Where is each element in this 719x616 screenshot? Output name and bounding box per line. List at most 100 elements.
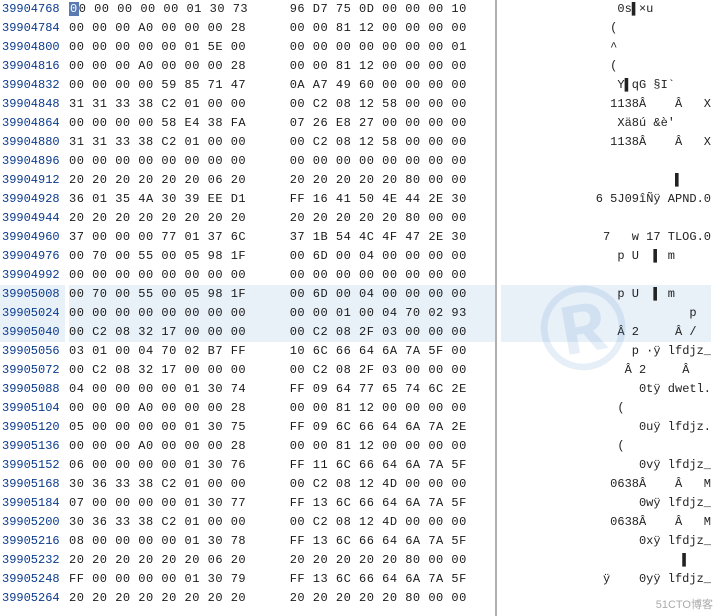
hex-cell[interactable]: 00 C2 08 12 58 00 00 00 xyxy=(282,133,495,152)
offset-cell: 39905024 xyxy=(0,304,65,323)
hex-cell[interactable]: 20 20 20 20 20 80 00 00 xyxy=(282,171,495,190)
hex-cell[interactable]: 10 6C 66 64 6A 7A 5F 00 xyxy=(282,342,495,361)
hex-cell[interactable]: 00 00 00 00 00 01 30 73 xyxy=(69,0,282,19)
hex-cell[interactable]: 00 00 81 12 00 00 00 00 xyxy=(282,19,495,38)
hex-cell[interactable]: 00 70 00 55 00 05 98 1F xyxy=(69,247,282,266)
hex-cell[interactable]: 20 20 20 20 20 80 00 00 xyxy=(282,551,495,570)
hex-cell[interactable]: 37 00 00 00 77 01 37 6C xyxy=(69,228,282,247)
hex-cell[interactable]: 00 00 00 00 00 00 00 00 xyxy=(282,266,495,285)
hex-cell[interactable]: 00 00 00 00 00 00 00 00 xyxy=(282,152,495,171)
hex-cell[interactable]: 30 36 33 38 C2 01 00 00 xyxy=(69,513,282,532)
hex-cell[interactable]: 36 01 35 4A 30 39 EE D1 xyxy=(69,190,282,209)
hex-cell[interactable]: FF 13 6C 66 64 6A 7A 5F xyxy=(282,532,495,551)
hex-cell[interactable]: FF 09 64 77 65 74 6C 2E xyxy=(282,380,495,399)
hex-cell[interactable]: 00 C2 08 2F 03 00 00 00 xyxy=(282,361,495,380)
hex-cell[interactable]: 00 00 01 00 04 70 02 93 xyxy=(282,304,495,323)
hex-cell[interactable]: 00 00 00 A0 00 00 00 28 xyxy=(69,437,282,456)
offset-cell: 39904960 xyxy=(0,228,65,247)
ascii-cell: ÿ 0yÿ lfdjz_ xyxy=(501,570,711,589)
offset-cell: 39904848 xyxy=(0,95,65,114)
hex-cell[interactable]: 20 20 20 20 20 20 06 20 xyxy=(69,551,282,570)
offset-cell: 39904800 xyxy=(0,38,65,57)
hex-cell[interactable]: 00 00 00 00 58 E4 38 FA xyxy=(69,114,282,133)
hex-cell[interactable]: 00 00 81 12 00 00 00 00 xyxy=(282,57,495,76)
ascii-cell xyxy=(501,266,711,285)
ascii-cell: 1138Â Â X xyxy=(501,133,711,152)
offset-cell: 39905136 xyxy=(0,437,65,456)
hex-cell[interactable]: 04 00 00 00 00 01 30 74 xyxy=(69,380,282,399)
hex-cell[interactable]: 00 00 00 00 00 00 00 00 xyxy=(69,304,282,323)
hex-cell[interactable]: 03 01 00 04 70 02 B7 FF xyxy=(69,342,282,361)
hex-cell[interactable]: FF 16 41 50 4E 44 2E 30 xyxy=(282,190,495,209)
hex-cell[interactable]: 00 70 00 55 00 05 98 1F xyxy=(69,285,282,304)
ascii-cell: ( xyxy=(501,19,711,38)
hex-cell[interactable]: 07 26 E8 27 00 00 00 00 xyxy=(282,114,495,133)
hex-cell[interactable]: 00 C2 08 32 17 00 00 00 xyxy=(69,361,282,380)
hex-cell[interactable]: 31 31 33 38 C2 01 00 00 xyxy=(69,133,282,152)
hex-cell[interactable]: 00 00 00 00 59 85 71 47 xyxy=(69,76,282,95)
hex-cell[interactable]: FF 09 6C 66 64 6A 7A 2E xyxy=(282,418,495,437)
hex-cell[interactable]: 00 00 81 12 00 00 00 00 xyxy=(282,437,495,456)
hex-cell[interactable]: 05 00 00 00 00 01 30 75 xyxy=(69,418,282,437)
offset-cell: 39904896 xyxy=(0,152,65,171)
ascii-cell: ▌ xyxy=(501,551,711,570)
hex-cell[interactable]: 00 00 00 00 00 00 00 00 xyxy=(69,152,282,171)
hex-column-2[interactable]: 96 D7 75 0D 00 00 00 10 00 00 81 12 00 0… xyxy=(282,0,495,616)
hex-cell[interactable]: FF 00 00 00 00 01 30 79 xyxy=(69,570,282,589)
hex-cell[interactable]: 00 00 00 00 00 00 00 01 xyxy=(282,38,495,57)
ascii-cell xyxy=(501,152,711,171)
ascii-cell: ( xyxy=(501,57,711,76)
hex-cell[interactable]: 00 00 00 A0 00 00 00 28 xyxy=(69,19,282,38)
hex-cell[interactable]: 06 00 00 00 00 01 30 76 xyxy=(69,456,282,475)
hex-cell[interactable]: 31 31 33 38 C2 01 00 00 xyxy=(69,95,282,114)
hex-cell[interactable]: 00 00 00 A0 00 00 00 28 xyxy=(69,57,282,76)
ascii-cell: Â 2 Â / xyxy=(501,323,711,342)
offset-cell: 39905088 xyxy=(0,380,65,399)
hex-cell[interactable]: 96 D7 75 0D 00 00 00 10 xyxy=(282,0,495,19)
offset-cell: 39904928 xyxy=(0,190,65,209)
hex-cell[interactable]: 00 00 00 A0 00 00 00 28 xyxy=(69,399,282,418)
hex-cell[interactable]: 20 20 20 20 20 80 00 00 xyxy=(282,589,495,608)
hex-cell[interactable]: 00 00 00 00 00 01 5E 00 xyxy=(69,38,282,57)
offset-cell: 39904832 xyxy=(0,76,65,95)
hex-cell[interactable]: FF 13 6C 66 64 6A 7A 5F xyxy=(282,494,495,513)
ascii-cell: 0s▌×u xyxy=(501,0,711,19)
hex-cell[interactable]: FF 13 6C 66 64 6A 7A 5F xyxy=(282,570,495,589)
ascii-column: 0s▌×u ( ^ ( Y▌qG §I` 1138Â Â XXä8ú &è' 1… xyxy=(495,0,715,616)
ascii-cell: 1138Â Â X xyxy=(501,95,711,114)
hex-cell[interactable]: 20 20 20 20 20 80 00 00 xyxy=(282,209,495,228)
ascii-cell: ( xyxy=(501,437,711,456)
ascii-cell: p U ▌ m xyxy=(501,247,711,266)
hex-column-1[interactable]: 00 00 00 00 00 01 30 7300 00 00 A0 00 00… xyxy=(69,0,282,616)
ascii-cell: 0638Â Â M xyxy=(501,475,711,494)
hex-cell[interactable]: 08 00 00 00 00 01 30 78 xyxy=(69,532,282,551)
hex-cell[interactable]: 30 36 33 38 C2 01 00 00 xyxy=(69,475,282,494)
hex-cell[interactable]: 07 00 00 00 00 01 30 77 xyxy=(69,494,282,513)
hex-cell[interactable]: FF 11 6C 66 64 6A 7A 5F xyxy=(282,456,495,475)
hex-cell[interactable]: 00 6D 00 04 00 00 00 00 xyxy=(282,247,495,266)
hex-cell[interactable]: 00 6D 00 04 00 00 00 00 xyxy=(282,285,495,304)
hex-cell[interactable]: 20 20 20 20 20 20 20 20 xyxy=(69,209,282,228)
hex-cell[interactable]: 20 20 20 20 20 20 20 20 xyxy=(69,589,282,608)
hex-cell[interactable]: 00 C2 08 12 58 00 00 00 xyxy=(282,95,495,114)
hex-cell[interactable]: 20 20 20 20 20 20 06 20 xyxy=(69,171,282,190)
offset-cell: 39905072 xyxy=(0,361,65,380)
hex-cell[interactable]: 00 C2 08 32 17 00 00 00 xyxy=(69,323,282,342)
hex-cell[interactable]: 00 C2 08 2F 03 00 00 00 xyxy=(282,323,495,342)
ascii-cell: 0xÿ lfdjz_ xyxy=(501,532,711,551)
hex-cell[interactable]: 37 1B 54 4C 4F 47 2E 30 xyxy=(282,228,495,247)
offset-cell: 39904992 xyxy=(0,266,65,285)
offset-cell: 39905216 xyxy=(0,532,65,551)
ascii-cell: Xä8ú &è' xyxy=(501,114,711,133)
hex-cell[interactable]: 00 C2 08 12 4D 00 00 00 xyxy=(282,475,495,494)
offset-cell: 39905040 xyxy=(0,323,65,342)
offset-cell: 39905104 xyxy=(0,399,65,418)
hex-cell[interactable]: 00 C2 08 12 4D 00 00 00 xyxy=(282,513,495,532)
offset-cell: 39905232 xyxy=(0,551,65,570)
hex-cell[interactable]: 0A A7 49 60 00 00 00 00 xyxy=(282,76,495,95)
offset-cell: 39904976 xyxy=(0,247,65,266)
hex-cell[interactable]: 00 00 00 00 00 00 00 00 xyxy=(69,266,282,285)
hex-cell[interactable]: 00 00 81 12 00 00 00 00 xyxy=(282,399,495,418)
offset-cell: 39905120 xyxy=(0,418,65,437)
offset-cell: 39905184 xyxy=(0,494,65,513)
